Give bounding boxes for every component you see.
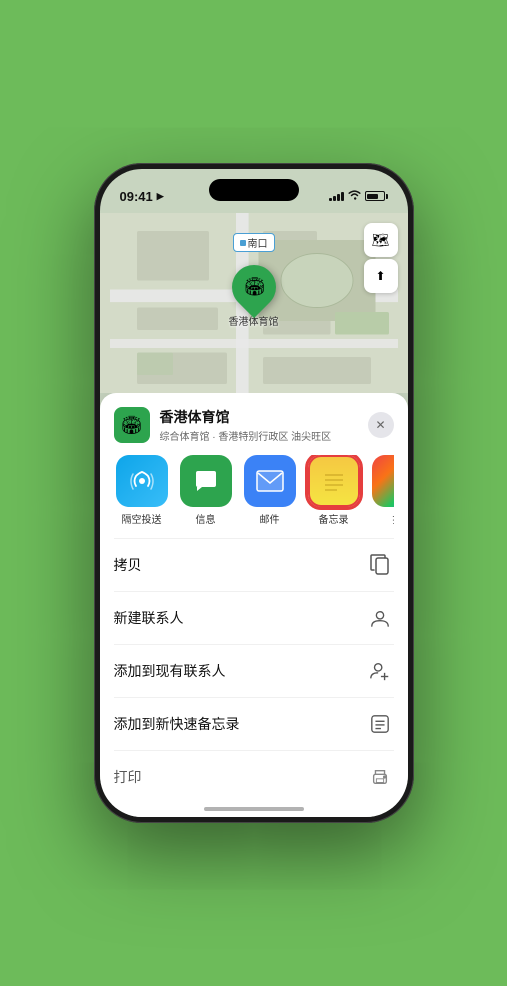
map-controls: 🗺 ⬆ — [364, 223, 398, 293]
action-list: 拷贝 新建联系人 — [114, 538, 394, 803]
venue-subtitle: 综合体育馆 · 香港特别行政区 油尖旺区 — [160, 428, 368, 443]
phone-frame: 09:41 ▶ — [94, 163, 414, 823]
add-existing-contact-action-item[interactable]: 添加到现有联系人 — [114, 645, 394, 698]
signal-bars-icon — [329, 191, 344, 201]
airdrop-icon-box — [116, 455, 168, 507]
print-action-item[interactable]: 打印 — [114, 751, 394, 803]
notes-action[interactable]: 备忘录 — [306, 455, 362, 526]
wifi-icon — [348, 190, 361, 203]
add-quick-note-icon — [366, 710, 394, 738]
new-contact-action-label: 新建联系人 — [114, 608, 184, 628]
copy-icon — [366, 551, 394, 579]
airdrop-action[interactable]: 隔空投送 — [114, 455, 170, 526]
notes-icon — [319, 461, 349, 495]
print-icon — [366, 763, 394, 791]
compass-icon: ⬆ — [375, 269, 385, 283]
map-view-toggle-button[interactable]: 🗺 — [364, 223, 398, 257]
status-icons — [329, 190, 388, 203]
map-area-label: 南口 — [233, 233, 275, 252]
status-time: 09:41 ▶ — [120, 189, 164, 204]
airdrop-icon — [129, 468, 155, 494]
home-indicator — [204, 807, 304, 811]
notes-label: 备忘录 — [319, 511, 349, 526]
close-icon: ✕ — [375, 418, 385, 432]
more-action[interactable]: 推 — [370, 455, 394, 526]
location-pin: 🏟 香港体育馆 — [229, 265, 279, 328]
messages-icon — [192, 467, 220, 495]
venue-name: 香港体育馆 — [160, 407, 368, 427]
location-arrow-icon: ▶ — [157, 191, 164, 202]
map-label-dot — [240, 240, 246, 246]
notes-icon-box — [308, 455, 360, 507]
print-label: 打印 — [114, 767, 142, 787]
battery-icon — [365, 191, 388, 201]
mail-action[interactable]: 邮件 — [242, 455, 298, 526]
new-contact-action-item[interactable]: 新建联系人 — [114, 592, 394, 645]
copy-action-item[interactable]: 拷贝 — [114, 539, 394, 592]
add-existing-contact-label: 添加到现有联系人 — [114, 661, 226, 681]
more-icon-box — [372, 455, 394, 507]
mail-icon — [256, 470, 284, 492]
mail-label: 邮件 — [260, 511, 280, 526]
map-area[interactable]: 南口 🗺 ⬆ 🏟 香港体育馆 — [100, 213, 408, 393]
map-label-text: 南口 — [248, 235, 268, 250]
add-quick-note-action-item[interactable]: 添加到新快速备忘录 — [114, 698, 394, 751]
copy-action-label: 拷贝 — [114, 555, 142, 575]
close-button[interactable]: ✕ — [368, 412, 394, 438]
dynamic-island — [209, 179, 299, 201]
venue-info: 香港体育馆 综合体育馆 · 香港特别行政区 油尖旺区 — [160, 407, 368, 443]
add-quick-note-label: 添加到新快速备忘录 — [114, 714, 240, 734]
messages-action[interactable]: 信息 — [178, 455, 234, 526]
add-existing-contact-icon — [366, 657, 394, 685]
messages-label: 信息 — [196, 511, 216, 526]
venue-icon: 🏟 — [114, 407, 150, 443]
time-display: 09:41 — [120, 189, 153, 204]
bottom-sheet: 🏟 香港体育馆 综合体育馆 · 香港特别行政区 油尖旺区 ✕ — [100, 393, 408, 817]
mail-icon-box — [244, 455, 296, 507]
map-icon: 🗺 — [372, 232, 390, 249]
location-button[interactable]: ⬆ — [364, 259, 398, 293]
more-label: 推 — [393, 511, 394, 526]
pin-circle: 🏟 — [222, 256, 284, 318]
messages-icon-box — [180, 455, 232, 507]
phone-screen: 09:41 ▶ — [100, 169, 408, 817]
sheet-header: 🏟 香港体育馆 综合体育馆 · 香港特别行政区 油尖旺区 ✕ — [114, 407, 394, 443]
share-actions-row: 隔空投送 信息 — [114, 455, 394, 526]
new-contact-icon — [366, 604, 394, 632]
stadium-icon: 🏟 — [242, 277, 265, 298]
airdrop-label: 隔空投送 — [122, 511, 162, 526]
